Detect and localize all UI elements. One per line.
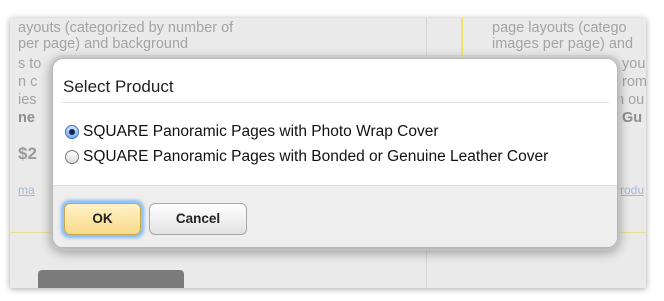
option-label: SQUARE Panoramic Pages with Bonded or Ge… <box>83 148 549 165</box>
select-product-dialog: Select Product SQUARE Panoramic Pages wi… <box>52 58 618 248</box>
option-label: SQUARE Panoramic Pages with Photo Wrap C… <box>83 123 439 140</box>
background-divider-accent <box>461 18 463 62</box>
title-divider <box>61 102 609 103</box>
background-fragment: ies <box>18 92 37 108</box>
ok-button[interactable]: OK <box>64 203 141 235</box>
background-link: ma <box>18 183 35 197</box>
option-leather-cover[interactable]: SQUARE Panoramic Pages with Bonded or Ge… <box>65 148 548 166</box>
background-fragment: ne <box>18 110 35 126</box>
dialog-footer: OK Cancel <box>53 185 617 247</box>
background-button <box>38 270 184 288</box>
background-fragment: h ou <box>616 92 645 108</box>
background-fragment: rom <box>622 74 646 90</box>
background-left-description: ayouts (categorized by number of per pag… <box>18 20 234 52</box>
option-photo-wrap-cover[interactable]: SQUARE Panoramic Pages with Photo Wrap C… <box>65 123 439 141</box>
dialog-title: Select Product <box>63 77 174 96</box>
background-fragment: s to <box>18 56 42 72</box>
background-fragment: n c <box>18 74 38 90</box>
background-fragment: Gu <box>622 110 643 126</box>
background-right-description: page layouts (catego images per page) an… <box>492 20 634 52</box>
radio-button-selected[interactable] <box>65 125 79 139</box>
background-price: $2 <box>18 144 37 163</box>
background-link: rodu <box>620 183 645 197</box>
radio-button[interactable] <box>65 150 79 164</box>
background-fragment: you <box>622 56 646 72</box>
cancel-button[interactable]: Cancel <box>149 203 247 235</box>
